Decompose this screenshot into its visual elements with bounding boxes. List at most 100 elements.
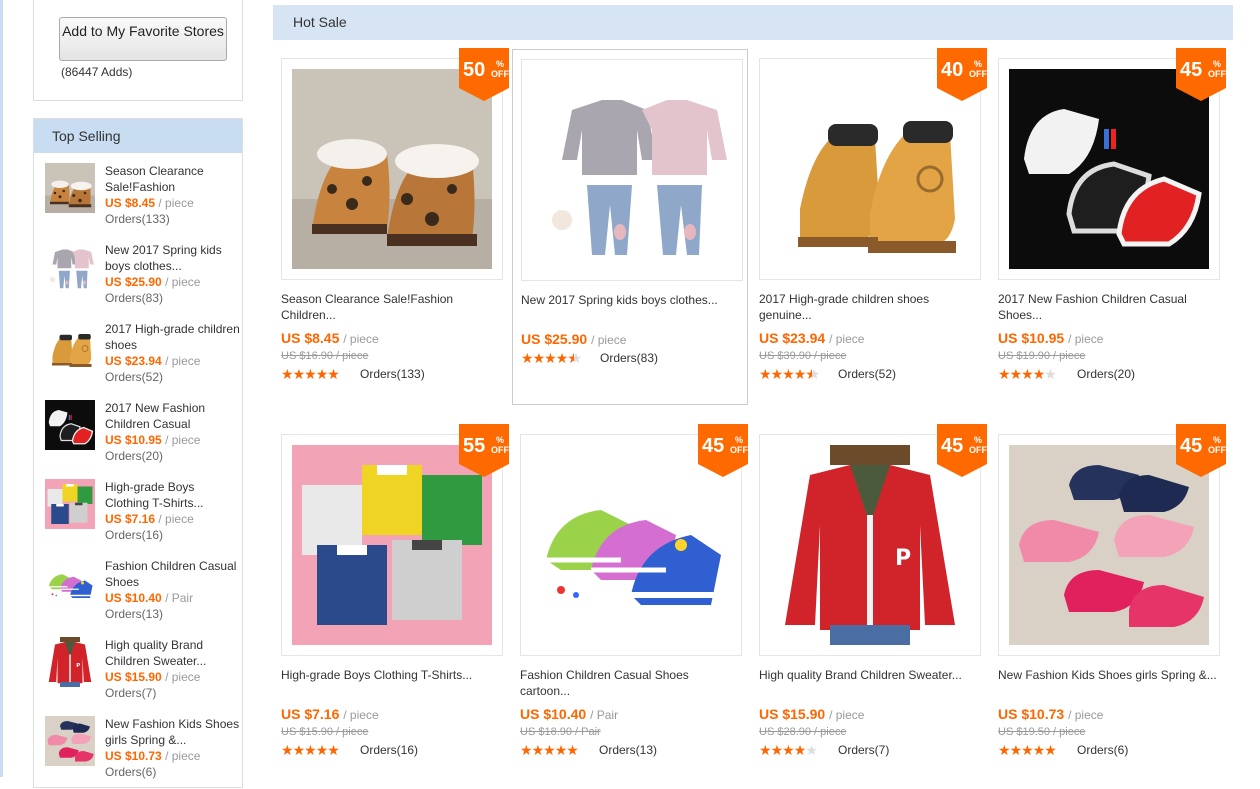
top-selling-item[interactable]: High-grade Boys Clothing T-Shirts... US $… <box>45 473 240 552</box>
original-price: US $15.90 / piece <box>281 726 369 738</box>
original-price: US $18.90 / Pair <box>520 726 601 738</box>
left-edge-strip <box>0 0 3 777</box>
product-price-line: US $7.16 / piece <box>281 706 379 722</box>
product-title[interactable]: 2017 New Fashion Children Casual Shoes..… <box>998 291 1220 325</box>
off-label: OFF <box>1208 445 1226 455</box>
rating-stars-icon: ★★★★★ <box>520 742 579 758</box>
favorite-adds-count: (86447 Adds) <box>61 65 133 79</box>
discount-badge: 55% OFF <box>459 424 509 477</box>
top-selling-item[interactable]: New Fashion Kids Shoes girls Spring &...… <box>45 710 240 789</box>
top-selling-orders: Orders(83) <box>105 291 164 305</box>
discount-badge: 45 % OFF <box>937 424 987 477</box>
top-selling-unit: / piece <box>158 512 194 526</box>
product-thumbnail[interactable] <box>45 321 95 371</box>
top-selling-orders: Orders(6) <box>105 765 157 779</box>
top-selling-orders: Orders(52) <box>105 370 164 384</box>
top-selling-info: New 2017 Spring kids boys clothes... US $… <box>105 242 240 306</box>
top-selling-unit: / piece <box>165 670 201 684</box>
top-selling-title[interactable]: High quality Brand Children Sweater... <box>105 637 240 669</box>
product-thumbnail[interactable] <box>45 242 95 292</box>
top-selling-unit: / Pair <box>165 591 194 605</box>
top-selling-title[interactable]: Season Clearance Sale!Fashion <box>105 163 240 195</box>
product-card[interactable]: 45% OFF New Fashion Kids Shoes girls Sprin… <box>990 424 1226 781</box>
top-selling-heading: Top Selling <box>34 119 242 153</box>
discount-badge: 45% OFF <box>1176 48 1226 101</box>
product-card[interactable]: 55% OFF High-grade Boys Clothing T-Shirts.… <box>273 424 509 781</box>
product-thumbnail[interactable] <box>45 716 95 766</box>
discount-suffix: % OFF <box>1208 59 1226 79</box>
top-selling-item[interactable]: 2017 New Fashion Children Casual US $10.9… <box>45 394 240 473</box>
discount-value: 45 <box>1180 435 1203 457</box>
discount-suffix: % OFF <box>969 59 987 79</box>
product-unit: / piece <box>1068 332 1104 346</box>
original-price: US $39.90 / piece <box>759 350 847 362</box>
off-label: OFF <box>1208 69 1226 79</box>
top-selling-title[interactable]: 2017 High-grade children shoes <box>105 321 240 353</box>
product-unit: / piece <box>829 708 865 722</box>
product-title[interactable]: 2017 High-grade children shoes genuine..… <box>759 291 981 325</box>
top-selling-unit: / piece <box>165 275 201 289</box>
top-selling-title[interactable]: New 2017 Spring kids boys clothes... <box>105 242 240 274</box>
svg-text:P: P <box>76 663 80 669</box>
top-selling-title[interactable]: Fashion Children Casual Shoes <box>105 558 240 590</box>
product-card[interactable]: New 2017 Spring kids boys clothes... US $… <box>512 49 748 405</box>
discount-badge: 45% OFF <box>1176 424 1226 477</box>
product-card[interactable]: 45% OFF 2017 New Fashion Children Casual S… <box>990 48 1226 405</box>
product-thumbnail[interactable] <box>45 558 95 608</box>
discount-value: 55 <box>463 435 486 457</box>
product-thumbnail[interactable] <box>45 163 95 213</box>
product-title[interactable]: New 2017 Spring kids boys clothes... <box>521 292 743 326</box>
top-selling-item[interactable]: 2017 High-grade children shoes US $23.94 … <box>45 315 240 394</box>
top-selling-price-line: US $8.45 / piece <box>105 195 240 211</box>
discount-suffix: % OFF <box>491 59 509 79</box>
product-card[interactable]: 50 % OFF Season Clearance Sale!Fashion Chil… <box>273 48 509 405</box>
rating-stars-icon: ★★★★★ <box>281 366 340 382</box>
product-price: US $25.90 <box>521 331 588 347</box>
original-price: US $28.90 / piece <box>759 726 847 738</box>
discount-suffix: % OFF <box>969 435 987 455</box>
top-selling-title[interactable]: New Fashion Kids Shoes girls Spring &... <box>105 716 240 748</box>
product-price-line: US $23.94 / piece <box>759 330 864 346</box>
product-card[interactable]: 40% OFF 2017 High-grade children shoes gen… <box>751 48 987 405</box>
product-orders: Orders(83) <box>600 351 659 365</box>
top-selling-info: Season Clearance Sale!Fashion US $8.45 / … <box>105 163 240 227</box>
top-selling-price-line: US $15.90 / piece <box>105 669 240 685</box>
original-price: US $16.90 / piece <box>281 350 369 362</box>
product-title[interactable]: Fashion Children Casual Shoes cartoon... <box>520 667 742 701</box>
product-orders: Orders(16) <box>360 743 419 757</box>
top-selling-title[interactable]: High-grade Boys Clothing T-Shirts... <box>105 479 240 511</box>
top-selling-item[interactable]: Season Clearance Sale!Fashion US $8.45 / … <box>45 157 240 236</box>
product-thumbnail[interactable] <box>45 479 95 529</box>
product-title[interactable]: High-grade Boys Clothing T-Shirts... <box>281 667 503 701</box>
top-selling-price: US $15.90 <box>105 670 162 684</box>
product-unit: / piece <box>343 332 379 346</box>
top-selling-info: 2017 New Fashion Children Casual US $10.9… <box>105 400 240 464</box>
top-selling-item[interactable]: New 2017 Spring kids boys clothes... US $… <box>45 236 240 315</box>
add-to-favorite-button[interactable]: Add to My Favorite Stores <box>59 17 227 61</box>
top-selling-unit: / piece <box>165 749 201 763</box>
discount-badge: 50 % OFF <box>459 48 509 101</box>
product-image[interactable] <box>521 59 743 281</box>
discount-value: 50 <box>463 59 486 81</box>
top-selling-unit: / piece <box>158 196 194 210</box>
product-title[interactable]: High quality Brand Children Sweater... <box>759 667 981 701</box>
discount-value: 45 <box>941 435 964 457</box>
product-thumbnail[interactable]: P <box>45 637 95 687</box>
top-selling-item[interactable]: Fashion Children Casual Shoes US $10.40 /… <box>45 552 240 631</box>
product-orders: Orders(6) <box>1077 743 1129 757</box>
percent-sign: % <box>1212 435 1221 445</box>
product-title[interactable]: New Fashion Kids Shoes girls Spring &... <box>998 667 1220 701</box>
product-thumbnail[interactable] <box>45 400 95 450</box>
product-title[interactable]: Season Clearance Sale!Fashion Children..… <box>281 291 503 325</box>
product-price: US $10.95 <box>998 330 1065 346</box>
top-selling-unit: / piece <box>165 354 201 368</box>
product-orders: Orders(7) <box>838 743 890 757</box>
top-selling-price-line: US $25.90 / piece <box>105 274 240 290</box>
discount-suffix: % OFF <box>730 435 748 455</box>
product-card[interactable]: P 45% OFF High quality Brand Children Sweat… <box>751 424 987 781</box>
top-selling-title[interactable]: 2017 New Fashion Children Casual <box>105 400 240 432</box>
discount-badge: 45% OFF <box>698 424 748 477</box>
product-price: US $10.40 <box>520 706 587 722</box>
product-card[interactable]: 45% OFF Fashion Children Casual Shoes cart… <box>512 424 748 781</box>
top-selling-item[interactable]: P High quality Brand Children Sweater... U… <box>45 631 240 710</box>
